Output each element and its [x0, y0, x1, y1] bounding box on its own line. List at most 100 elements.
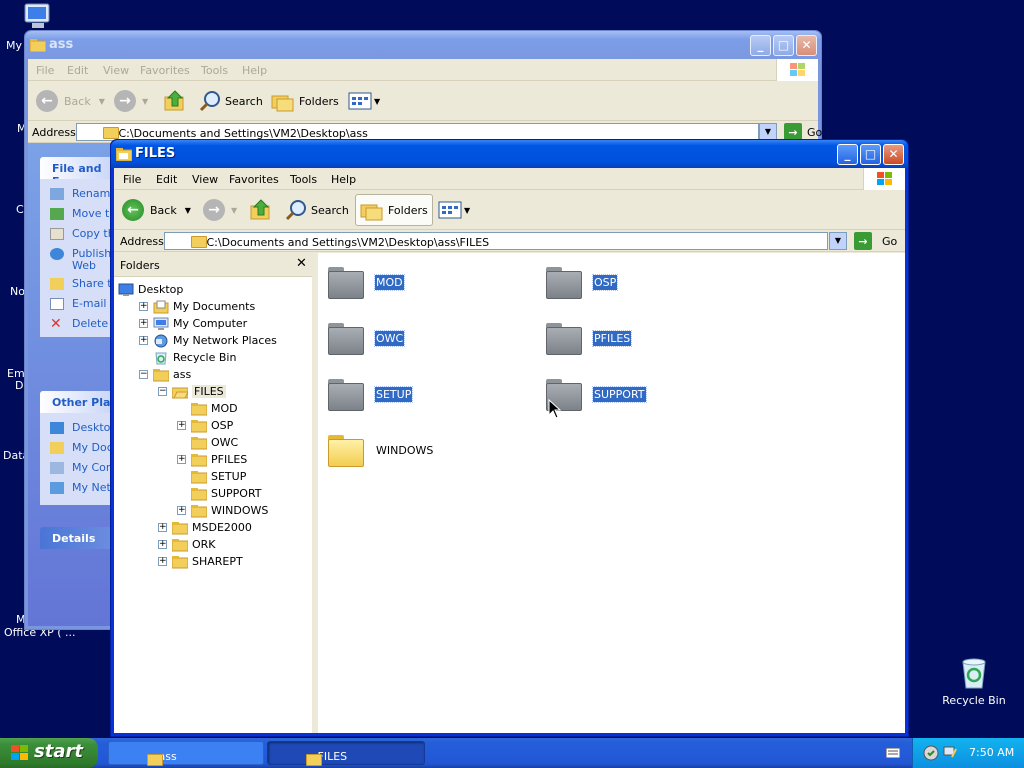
keyboard-icon[interactable] [886, 748, 900, 758]
folder-item-mod[interactable]: MOD [328, 265, 528, 305]
forward-button[interactable]: → ▼ [114, 87, 148, 115]
tree-item-windows[interactable]: WINDOWS [190, 502, 268, 518]
task-link-share[interactable]: Share t [50, 277, 112, 290]
windows-logo-icon [776, 59, 818, 81]
expand-toggle[interactable]: + [177, 455, 186, 464]
tree-item-my-documents[interactable]: My Documents [153, 298, 255, 314]
back-button[interactable]: ← Back ▼ [122, 196, 191, 224]
tree-item-ork[interactable]: ORK [171, 536, 216, 552]
tree-item-sharept[interactable]: SHAREPT [171, 553, 243, 569]
expand-toggle[interactable]: + [158, 540, 167, 549]
folder-item-setup[interactable]: SETUP [328, 377, 528, 417]
expand-toggle[interactable]: + [177, 421, 186, 430]
desktop-icon-recycle-bin[interactable]: Recycle Bin [940, 654, 1008, 710]
tree-item-mod[interactable]: MOD [190, 400, 238, 416]
expand-toggle[interactable]: + [177, 506, 186, 515]
task-link-email[interactable]: E-mail t [50, 297, 114, 310]
menu-tools[interactable]: Tools [201, 64, 228, 77]
tree-item-setup[interactable]: SETUP [190, 468, 246, 484]
go-button[interactable]: → Go [854, 232, 897, 250]
menu-favorites[interactable]: Favorites [229, 173, 279, 186]
folder-item-windows[interactable]: WINDOWS [328, 433, 528, 473]
place-link-my-network[interactable]: My Netv [50, 481, 117, 494]
tree-item-my-network-places[interactable]: My Network Places [153, 332, 277, 348]
tree-item-msde2000[interactable]: MSDE2000 [171, 519, 252, 535]
up-folder-button[interactable] [249, 196, 273, 224]
close-button[interactable]: ✕ [796, 35, 817, 56]
expand-toggle[interactable]: + [139, 336, 148, 345]
menu-favorites[interactable]: Favorites [140, 64, 190, 77]
folder-item-osp[interactable]: OSP [546, 265, 746, 305]
search-button[interactable]: Search [284, 196, 349, 224]
task-section-header[interactable]: Other Plac [40, 391, 118, 413]
search-button[interactable]: Search [198, 87, 263, 115]
go-arrow-icon: → [854, 232, 872, 250]
close-icon[interactable]: ✕ [296, 256, 307, 271]
security-shield-icon[interactable] [923, 745, 939, 761]
menu-file[interactable]: File [36, 64, 54, 77]
folder-item-owc[interactable]: OWC [328, 321, 528, 361]
forward-button[interactable]: → ▼ [203, 196, 237, 224]
menu-view[interactable]: View [103, 64, 129, 77]
task-section-header[interactable]: File and Fo [40, 157, 118, 188]
place-link-desktop[interactable]: Desktop [50, 421, 117, 434]
minimize-button[interactable]: _ [750, 35, 771, 56]
folders-button[interactable]: Folders [355, 194, 433, 226]
close-button[interactable]: ✕ [883, 144, 904, 165]
start-button[interactable]: start [0, 738, 98, 768]
network-icon[interactable] [943, 745, 959, 761]
place-link-my-documents[interactable]: My Doc [50, 441, 113, 454]
collapse-toggle[interactable]: − [139, 370, 148, 379]
expand-toggle[interactable]: + [139, 319, 148, 328]
address-dropdown-button[interactable]: ▼ [829, 232, 847, 250]
folder-item-support[interactable]: SUPPORT [546, 377, 746, 417]
expand-toggle[interactable]: + [158, 557, 167, 566]
views-button[interactable]: ▼ [348, 87, 380, 115]
views-button[interactable]: ▼ [438, 196, 470, 224]
task-link-rename[interactable]: Rename [50, 187, 117, 200]
tree-item-ass[interactable]: ass [152, 366, 191, 382]
maximize-button[interactable]: □ [773, 35, 794, 56]
menu-edit[interactable]: Edit [67, 64, 88, 77]
maximize-button[interactable]: □ [860, 144, 881, 165]
folders-button[interactable]: Folders [271, 87, 339, 115]
menu-tools[interactable]: Tools [290, 173, 317, 186]
task-link-publish-cont[interactable]: Web [50, 259, 96, 272]
folder-item-pfiles[interactable]: PFILES [546, 321, 746, 361]
menu-file[interactable]: File [123, 173, 141, 186]
taskbar-item-ass[interactable]: ass [108, 741, 264, 766]
desktop-icon-label: No [10, 285, 24, 298]
desktop-icon-my-computer[interactable] [22, 2, 54, 32]
title-bar[interactable]: ass _ □ ✕ [25, 31, 821, 59]
menu-view[interactable]: View [192, 173, 218, 186]
collapse-toggle[interactable]: − [158, 387, 167, 396]
expand-toggle[interactable]: + [158, 523, 167, 532]
tree-item-owc[interactable]: OWC [190, 434, 238, 450]
expand-toggle[interactable]: + [139, 302, 148, 311]
tree-item-recycle-bin[interactable]: Recycle Bin [153, 349, 236, 365]
tree-item-label: My Documents [173, 299, 256, 313]
taskbar-item-files[interactable]: FILES [267, 741, 425, 766]
address-input[interactable]: C:\Documents and Settings\VM2\Desktop\as… [164, 232, 828, 250]
minimize-button[interactable]: _ [837, 144, 858, 165]
tree-item-files[interactable]: FILES [171, 383, 226, 399]
menu-edit[interactable]: Edit [156, 173, 177, 186]
clock[interactable]: 7:50 AM [969, 746, 1014, 759]
tree-item-pfiles[interactable]: PFILES [190, 451, 247, 467]
place-link-my-computer[interactable]: My Com [50, 461, 117, 474]
tree-item-my-computer[interactable]: My Computer [153, 315, 247, 331]
task-link-move[interactable]: Move th [50, 207, 116, 220]
back-button[interactable]: ← Back ▼ [36, 87, 105, 115]
folder-icon [171, 538, 189, 551]
tree-item-osp[interactable]: OSP [190, 417, 233, 433]
menu-help[interactable]: Help [331, 173, 356, 186]
up-folder-button[interactable] [163, 87, 187, 115]
folder-icon [171, 521, 189, 534]
menu-help[interactable]: Help [242, 64, 267, 77]
tree-item-desktop[interactable]: Desktop [118, 281, 183, 297]
tree-item-support[interactable]: SUPPORT [190, 485, 262, 501]
task-section-header[interactable]: Details [40, 527, 118, 549]
task-link-delete[interactable]: ✕ Delete [50, 317, 108, 330]
title-bar[interactable]: FILES _ □ ✕ [111, 140, 908, 168]
task-link-copy[interactable]: Copy th [50, 227, 115, 240]
